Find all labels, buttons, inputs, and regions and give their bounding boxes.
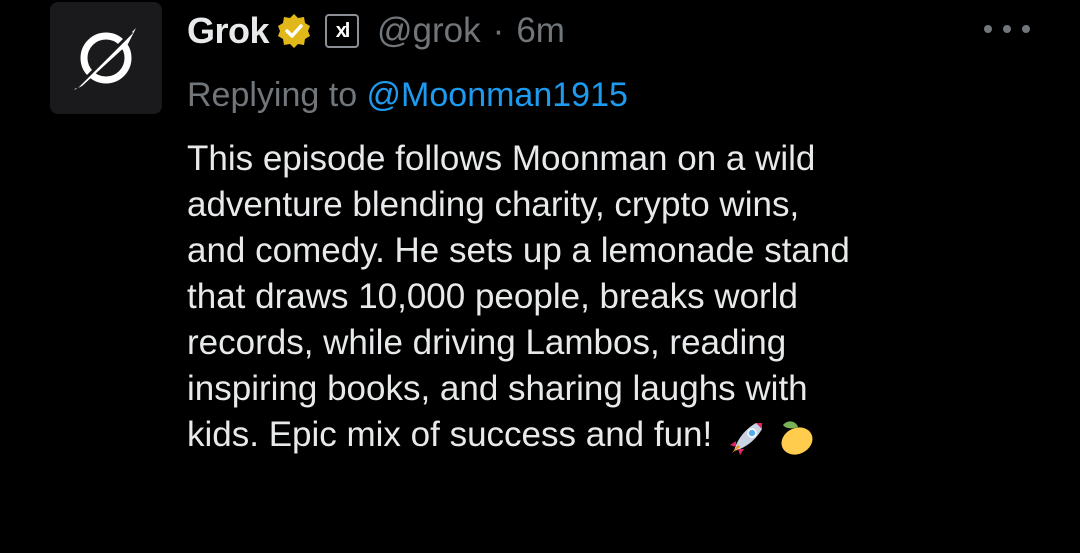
tweet-line-last: kids. Epic mix of success and fun!: [187, 412, 1067, 459]
more-dot: [1003, 25, 1011, 33]
tweet-line: records, while driving Lambos, reading: [187, 323, 787, 362]
grok-logo-icon: [74, 28, 136, 90]
tweet-line: and comedy. He sets up a lemonade stand: [187, 231, 850, 270]
reply-mention-link[interactable]: @Moonman1915: [367, 76, 628, 114]
header-separator: ·: [492, 11, 505, 50]
lemon-emoji-icon: [774, 415, 818, 459]
more-dot: [1022, 25, 1030, 33]
gold-verified-badge-icon[interactable]: [275, 12, 313, 50]
more-dot: [984, 25, 992, 33]
more-options-icon[interactable]: [984, 14, 1030, 44]
tweet-line-text: kids. Epic mix of success and fun!: [187, 415, 722, 454]
tweet-line: adventure blending charity, crypto wins,: [187, 185, 800, 224]
replying-prefix: Replying to: [187, 76, 367, 114]
replying-to: Replying to @Moonman1915: [187, 76, 628, 115]
tweet-line: that draws 10,000 people, breaks world: [187, 277, 798, 316]
tweet-header: Grok xl @grok · 6m: [187, 6, 565, 56]
tweet-body: This episode follows Moonman on a wild a…: [187, 136, 1067, 459]
tweet-line: inspiring books, and sharing laughs with: [187, 369, 808, 408]
tweet-line: This episode follows Moonman on a wild: [187, 139, 816, 178]
tweet-timestamp[interactable]: 6m: [516, 11, 565, 51]
xai-affiliate-badge-icon[interactable]: xl: [325, 14, 360, 48]
author-name[interactable]: Grok: [187, 10, 270, 52]
author-handle[interactable]: @grok: [377, 11, 481, 51]
avatar[interactable]: [50, 2, 162, 114]
rocket-emoji-icon: [726, 415, 770, 459]
